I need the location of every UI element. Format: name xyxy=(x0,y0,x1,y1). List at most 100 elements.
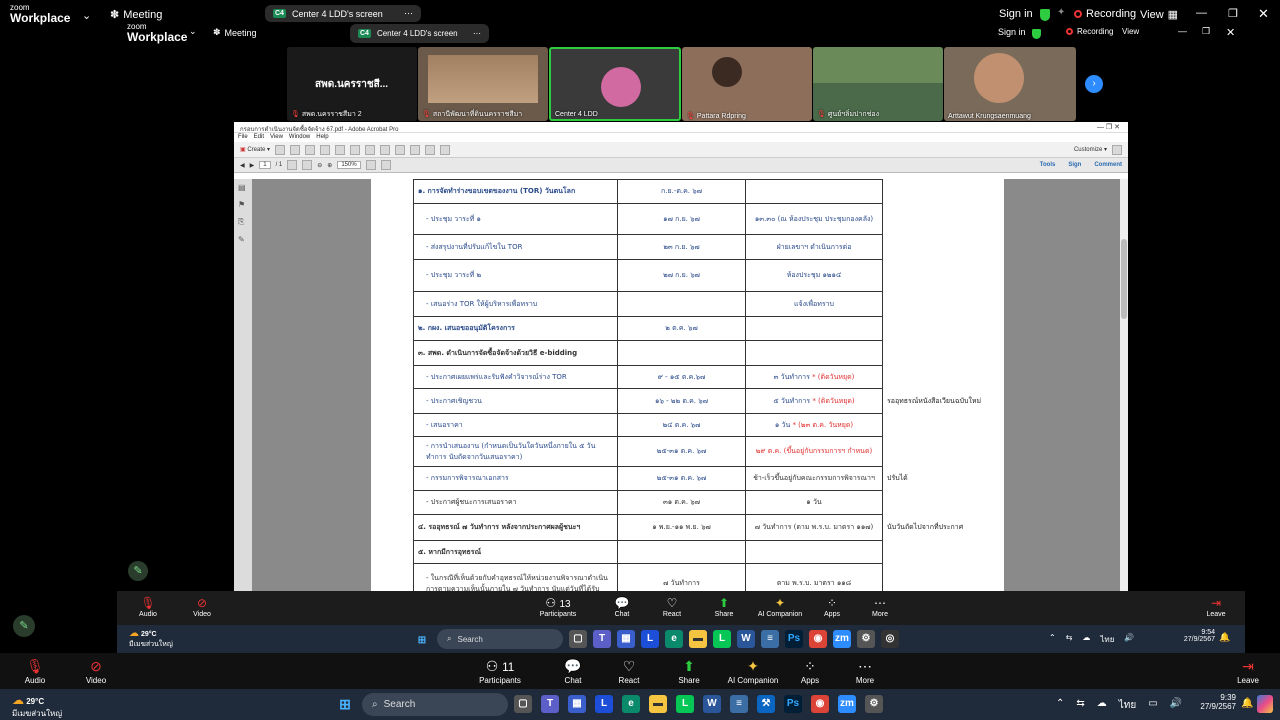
notepad-icon[interactable]: ≡ xyxy=(730,695,748,713)
inner-react-button[interactable]: ♡ React xyxy=(645,595,699,618)
chevron-down-icon[interactable]: ⌄ xyxy=(82,9,91,22)
inner-meeting-menu-button[interactable]: ✽ Meeting xyxy=(213,27,257,38)
comment-icon[interactable] xyxy=(380,144,391,155)
store-icon[interactable]: ▦ xyxy=(568,695,586,713)
zoom-icon[interactable]: zm xyxy=(838,695,856,713)
save-icon[interactable] xyxy=(290,144,301,155)
inner-recording-indicator[interactable]: Recording xyxy=(1066,27,1113,36)
tray-chevron-icon[interactable]: ⌃ xyxy=(1056,698,1064,713)
attachment-icon[interactable]: ⎘ xyxy=(238,217,248,227)
line-icon[interactable]: L xyxy=(713,630,731,648)
tray-chevron-icon[interactable]: ⌃ xyxy=(1049,633,1056,646)
pages-icon[interactable] xyxy=(410,144,421,155)
ai-companion-button[interactable]: ✦ AI Companion xyxy=(721,656,785,685)
start-icon[interactable]: ⊞ xyxy=(336,695,354,714)
comment-tab[interactable]: Comment xyxy=(1094,162,1122,168)
close-icon[interactable]: ✕ xyxy=(1258,6,1269,22)
cloud-icon[interactable] xyxy=(305,144,316,155)
edge-icon[interactable]: e xyxy=(622,695,640,713)
inner-ai-companion-button[interactable]: ✦ AI Companion xyxy=(753,595,807,618)
word-icon[interactable]: W xyxy=(703,695,721,713)
inner-minimize-icon[interactable]: — xyxy=(1178,26,1187,36)
clock[interactable]: 9:39 27/9/2567 xyxy=(1196,693,1236,711)
video-thumbnail[interactable]: 🎙 Pattara Rdpring xyxy=(682,47,812,121)
video-thumbnail[interactable]: Arttawut Krungsaenmuang xyxy=(944,47,1076,121)
video-thumbnail[interactable]: 🎙 ศูนย์ฯลิ่มปากช่อง xyxy=(813,47,943,121)
weather-widget[interactable]: ☁ 29°C มีเมฆส่วนใหญ่ xyxy=(12,693,62,720)
zoom-icon[interactable]: zm xyxy=(833,630,851,648)
notepad-icon[interactable]: ≡ xyxy=(761,630,779,648)
language-indicator[interactable]: ไทย xyxy=(1100,633,1114,646)
settings-icon[interactable]: ⚙ xyxy=(857,630,875,648)
pdf-icon[interactable] xyxy=(440,144,451,155)
vertical-scrollbar[interactable] xyxy=(1120,179,1128,591)
inner-maximize-icon[interactable]: ❐ xyxy=(1202,26,1210,37)
edit-icon[interactable] xyxy=(335,144,346,155)
l-app-icon[interactable]: L xyxy=(595,695,613,713)
share-button[interactable]: ⬆ Share xyxy=(657,656,721,685)
recording-indicator[interactable]: Recording xyxy=(1074,8,1136,20)
inner-share-button[interactable]: ⬆ Share xyxy=(697,595,751,618)
minimize-icon[interactable]: — xyxy=(1196,7,1207,19)
display-icon[interactable]: ▭ xyxy=(1148,698,1157,713)
video-button[interactable]: ⊘ Video xyxy=(64,656,128,685)
network-icon[interactable]: ⇆ xyxy=(1066,633,1073,646)
audio-button[interactable]: 🎙 Audio xyxy=(3,656,67,685)
scroll-thumb[interactable] xyxy=(1121,239,1127,319)
create-button[interactable]: ▣ Create ▾ xyxy=(240,146,270,153)
settings-icon[interactable]: ⚙ xyxy=(865,695,883,713)
maximize-icon[interactable]: ❐ xyxy=(1228,7,1238,20)
volume-icon[interactable]: 🔊 xyxy=(1124,633,1134,646)
inner-search-box[interactable]: ⌕ Search xyxy=(437,629,563,649)
settings-icon[interactable] xyxy=(365,144,376,155)
inner-sign-in-button[interactable]: Sign in xyxy=(998,27,1026,37)
line-icon[interactable]: L xyxy=(676,695,694,713)
notification-bell-icon[interactable]: 🔔 xyxy=(1219,632,1230,643)
customize-button[interactable]: Customize ▾ xyxy=(1074,146,1107,153)
inner-chevron-down-icon[interactable]: ⌄ xyxy=(189,26,197,37)
sign-tab[interactable]: Sign xyxy=(1068,162,1081,168)
copilot-icon[interactable] xyxy=(1257,695,1273,713)
menu-view[interactable]: View xyxy=(270,134,283,141)
open-icon[interactable] xyxy=(275,144,286,155)
zoom-in-icon[interactable]: ⊕ xyxy=(327,162,332,169)
more-button[interactable]: ⋯ More xyxy=(833,656,897,685)
task-view-icon[interactable]: ▢ xyxy=(569,630,587,648)
zoom-select[interactable]: 150% xyxy=(337,161,361,169)
notification-bell-icon[interactable]: 🔔 xyxy=(1241,698,1253,709)
menu-file[interactable]: File xyxy=(238,134,248,141)
teams-icon[interactable]: T xyxy=(541,695,559,713)
cloud-icon[interactable]: ☁ xyxy=(1097,698,1107,713)
next-page-icon[interactable]: ▶ xyxy=(250,162,255,169)
menu-edit[interactable]: Edit xyxy=(254,134,264,141)
video-thumbnail[interactable]: 🎙 สถานีพัฒนาที่ดินนครราชสีมา xyxy=(418,47,548,121)
window-controls[interactable]: — ❐ ✕ xyxy=(1097,123,1120,131)
menu-help[interactable]: Help xyxy=(316,134,328,141)
more-icon[interactable]: ⋯ xyxy=(404,8,413,19)
language-indicator[interactable]: ไทย xyxy=(1119,698,1136,713)
select-tool-icon[interactable] xyxy=(287,160,298,170)
inner-weather-widget[interactable]: ☁ 29°C มีเมฆส่วนใหญ่ xyxy=(129,628,173,650)
cloud-icon[interactable]: ☁ xyxy=(1082,633,1090,646)
inner-close-icon[interactable]: ✕ xyxy=(1226,26,1235,39)
next-page-arrow-icon[interactable]: › xyxy=(1085,75,1103,93)
inner-audio-button[interactable]: 🎙 Audio xyxy=(121,595,175,618)
fit-width-icon[interactable] xyxy=(380,160,391,170)
inner-start-icon[interactable]: ⊞ xyxy=(413,630,431,650)
meeting-menu-button[interactable]: ✽ Meeting xyxy=(110,8,162,22)
file-explorer-icon[interactable]: ▬ xyxy=(649,695,667,713)
inner-clock[interactable]: 9:54 27/9/2567 xyxy=(1175,629,1215,643)
inner-apps-button[interactable]: ⁘ Apps xyxy=(805,595,859,618)
task-view-icon[interactable]: ▢ xyxy=(514,695,532,713)
photoshop-icon[interactable]: Ps xyxy=(784,695,802,713)
stamp-icon[interactable] xyxy=(395,144,406,155)
menu-window[interactable]: Window xyxy=(289,134,310,141)
photoshop-icon[interactable]: Ps xyxy=(785,630,803,648)
pages-panel-icon[interactable]: ▤ xyxy=(238,183,248,192)
obs-icon[interactable]: ◎ xyxy=(881,630,899,648)
tools-tab[interactable]: Tools xyxy=(1040,162,1056,168)
inner-share-tab[interactable]: C4 Center 4 LDD's screen ⋯ xyxy=(350,24,489,43)
edge-icon[interactable]: e xyxy=(665,630,683,648)
video-thumbnail-active[interactable]: Center 4 LDD xyxy=(549,47,681,121)
word-icon[interactable]: W xyxy=(737,630,755,648)
